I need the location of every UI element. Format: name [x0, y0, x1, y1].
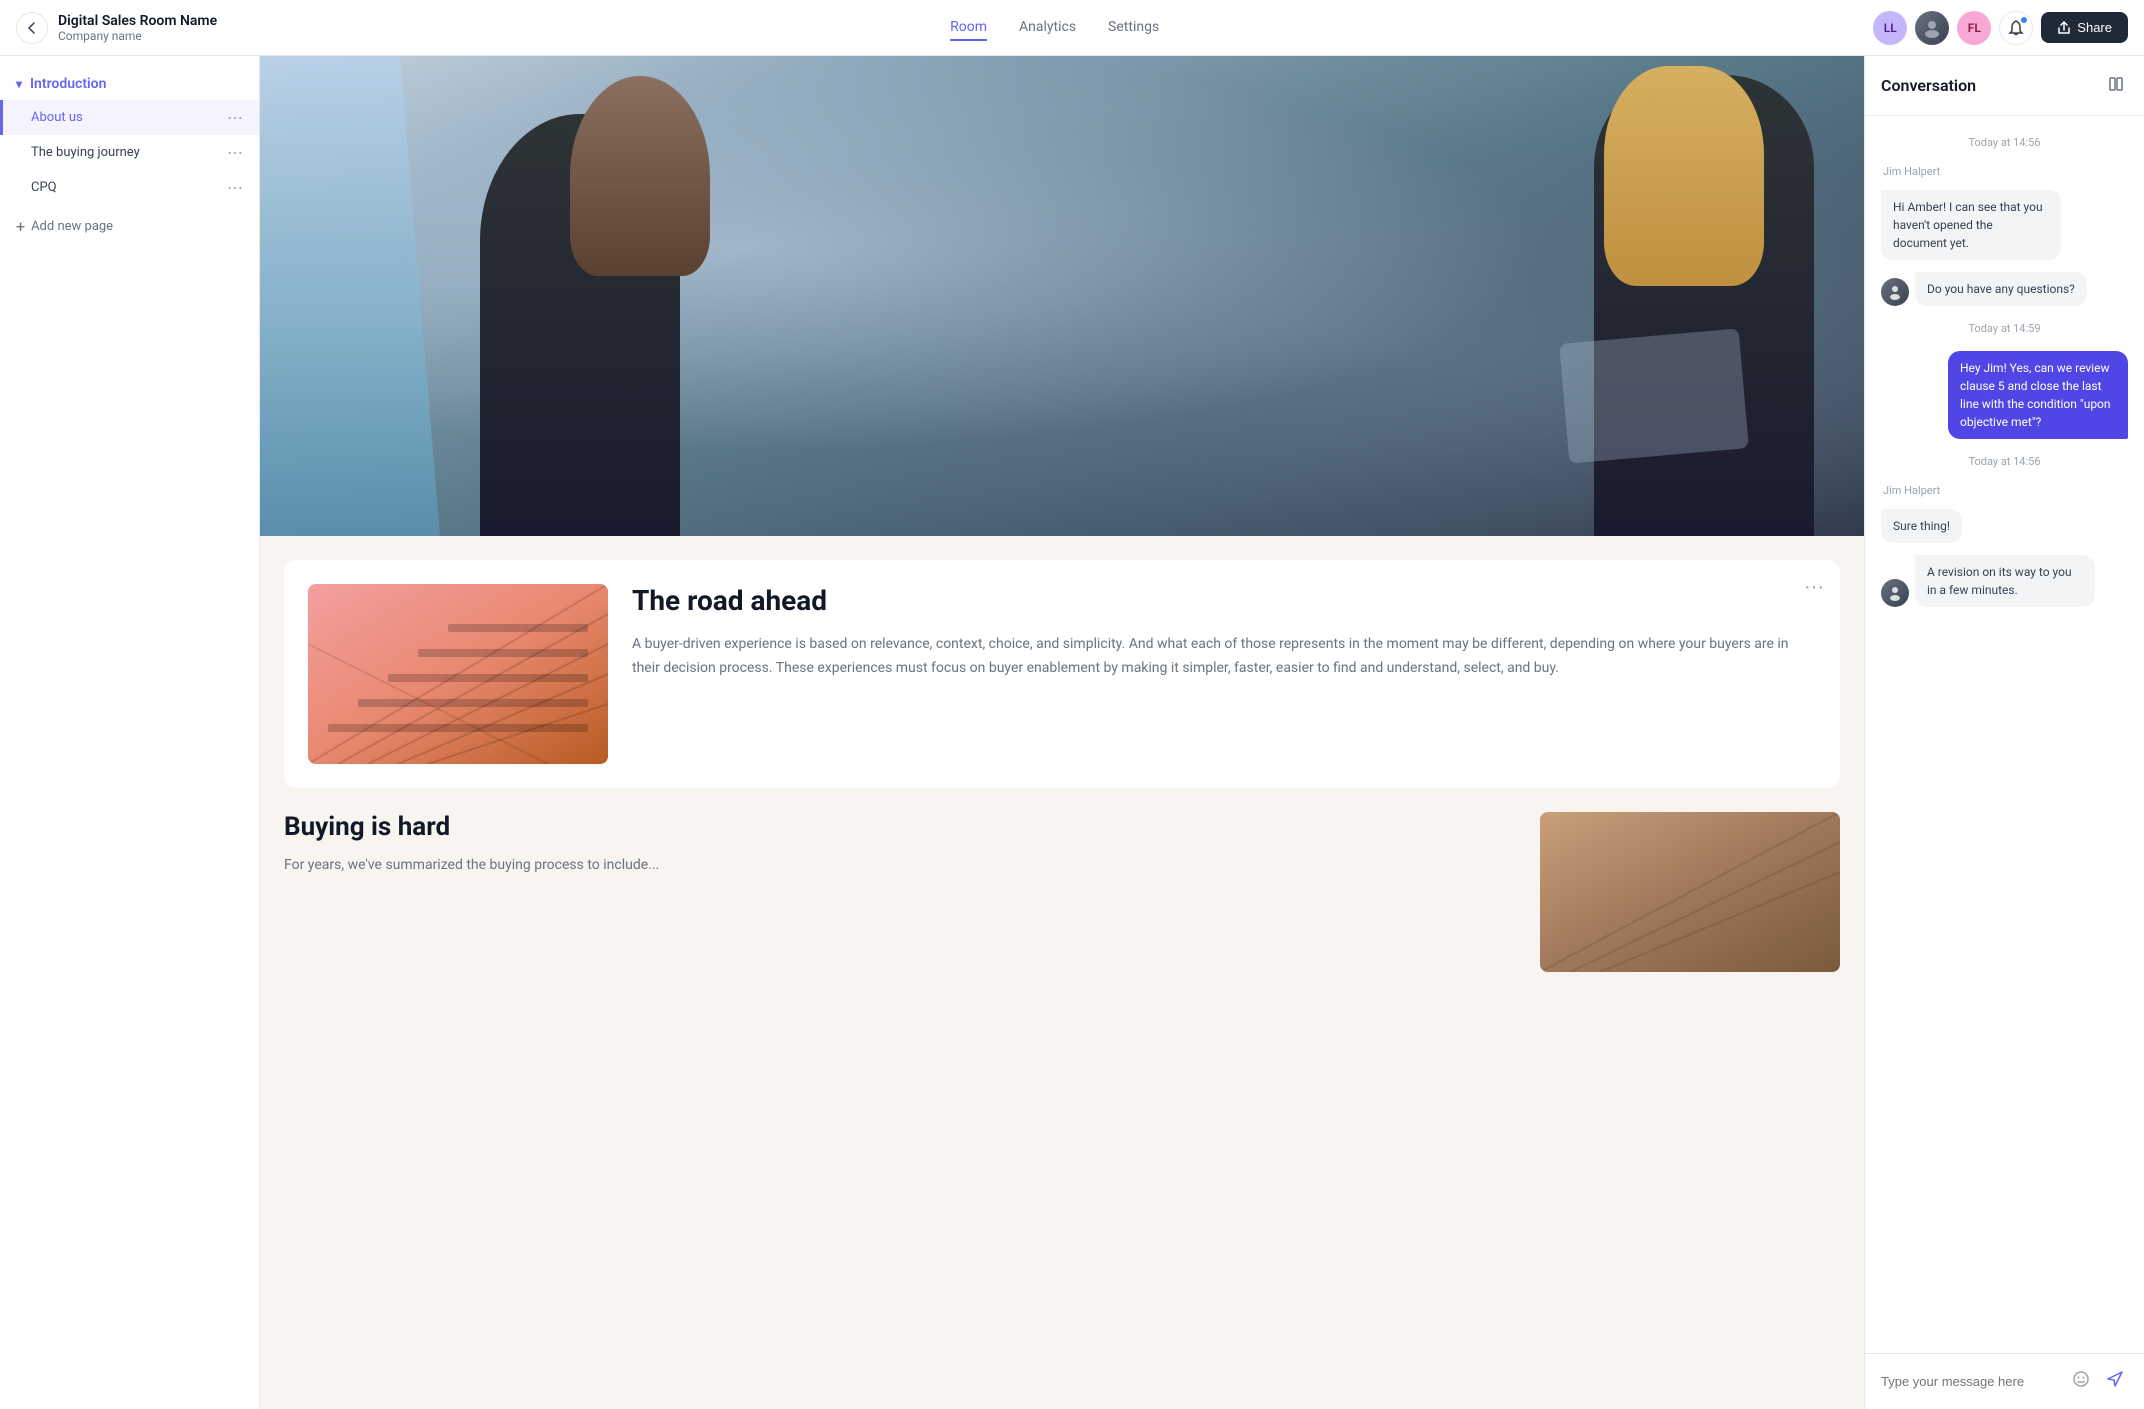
card-text-content: The road ahead A buyer-driven experience…	[632, 584, 1816, 681]
avatar-ll[interactable]: LL	[1873, 11, 1907, 45]
back-button[interactable]	[16, 12, 48, 44]
conversation-title: Conversation	[1881, 76, 1976, 95]
conversation-collapse-button[interactable]	[2104, 72, 2128, 99]
section-thumbnail-svg	[1540, 812, 1840, 972]
hero-image	[260, 56, 1864, 536]
message-bubble-3: Hey Jim! Yes, can we review clause 5 and…	[1948, 351, 2128, 439]
timestamp-3: Today at 14:56	[1881, 455, 2128, 468]
share-icon	[2057, 21, 2071, 35]
nav-left: Digital Sales Room Name Company name	[16, 12, 236, 44]
card-more-button[interactable]: ···	[1804, 576, 1824, 599]
section-below: Buying is hard For years, we've summariz…	[260, 812, 1864, 996]
content-card: ···	[284, 560, 1840, 788]
message-row-2: Do you have any questions?	[1881, 272, 2128, 306]
hero-overlay	[260, 56, 1864, 536]
content-area: ···	[260, 56, 1864, 1409]
emoji-icon	[2072, 1370, 2090, 1388]
message-row-3: Hey Jim! Yes, can we review clause 5 and…	[1881, 351, 2128, 439]
sidebar-item-cpq[interactable]: CPQ ⋯	[0, 170, 259, 205]
stair-svg	[308, 584, 608, 764]
user-icon	[1887, 284, 1903, 300]
conversation-header: Conversation	[1865, 56, 2144, 116]
item-menu-icon[interactable]: ⋯	[227, 108, 243, 127]
timestamp-2: Today at 14:59	[1881, 322, 2128, 335]
hair-center	[570, 76, 710, 276]
sidebar: ▾ Introduction About us ⋯ The buying jou…	[0, 56, 260, 1409]
message-bubble-4: Sure thing!	[1881, 509, 1962, 543]
sidebar-item-label: CPQ	[31, 180, 57, 195]
message-bubble-1: Hi Amber! I can see that you haven't ope…	[1881, 190, 2061, 260]
conversation-panel: Conversation Today at 14:56 Jim Halpert …	[1864, 56, 2144, 1409]
conversation-input-area	[1865, 1353, 2144, 1409]
add-page-label: Add new page	[31, 219, 113, 234]
message-input[interactable]	[1881, 1374, 2060, 1389]
laptop-shape	[1559, 328, 1749, 463]
tab-settings[interactable]: Settings	[1108, 15, 1159, 41]
company-name: Company name	[58, 29, 217, 43]
card-thumbnail	[308, 584, 608, 764]
user-photo-icon	[1922, 18, 1942, 38]
avatar-jim	[1881, 278, 1909, 306]
emoji-button[interactable]	[2068, 1366, 2094, 1397]
company-info: Digital Sales Room Name Company name	[58, 13, 217, 43]
sidebar-item-about-us[interactable]: About us ⋯	[0, 100, 259, 135]
tab-analytics[interactable]: Analytics	[1019, 15, 1076, 41]
panel-collapse-icon	[2108, 76, 2124, 92]
nav-right: LL FL Share	[1873, 11, 2128, 45]
section-text-content: Buying is hard For years, we've summariz…	[284, 812, 1516, 972]
person-left-shape	[260, 56, 440, 536]
message-sender-4: Jim Halpert	[1881, 484, 2128, 497]
section-body: For years, we've summarized the buying p…	[284, 854, 1516, 878]
tab-room[interactable]: Room	[950, 15, 987, 41]
message-bubble-2: Do you have any questions?	[1915, 272, 2087, 306]
avatar-fl[interactable]: FL	[1957, 11, 1991, 45]
notification-dot	[2020, 16, 2028, 24]
main-layout: ▾ Introduction About us ⋯ The buying jou…	[0, 56, 2144, 1409]
timestamp-1: Today at 14:56	[1881, 136, 2128, 149]
conversation-messages: Today at 14:56 Jim Halpert Hi Amber! I c…	[1865, 116, 2144, 1353]
send-button[interactable]	[2102, 1366, 2128, 1397]
plus-icon: +	[16, 217, 25, 236]
nav-tabs: Room Analytics Settings	[236, 15, 1873, 41]
card-inner: The road ahead A buyer-driven experience…	[308, 584, 1816, 764]
bottom-row: Buying is hard For years, we've summariz…	[284, 812, 1840, 972]
send-icon	[2106, 1370, 2124, 1388]
message-row-5: A revision on its way to you in a few mi…	[1881, 555, 2128, 607]
sidebar-section-introduction[interactable]: ▾ Introduction	[0, 68, 259, 100]
avatar-jim-2	[1881, 579, 1909, 607]
card-title: The road ahead	[632, 584, 1816, 617]
item-menu-icon[interactable]: ⋯	[227, 143, 243, 162]
message-row-4: Sure thing!	[1881, 509, 2128, 543]
message-row-1: Hi Amber! I can see that you haven't ope…	[1881, 190, 2128, 260]
avatar-photo[interactable]	[1915, 11, 1949, 45]
section-title: Buying is hard	[284, 812, 1516, 842]
hair-right	[1604, 66, 1764, 286]
sidebar-item-label: About us	[31, 110, 83, 125]
notification-button[interactable]	[1999, 11, 2033, 45]
share-button[interactable]: Share	[2041, 12, 2128, 43]
message-sender-1: Jim Halpert	[1881, 165, 2128, 178]
add-page-button[interactable]: + Add new page	[0, 209, 259, 244]
back-icon	[24, 20, 40, 36]
chevron-down-icon: ▾	[16, 77, 22, 91]
item-menu-icon[interactable]: ⋯	[227, 178, 243, 197]
sidebar-item-label: The buying journey	[31, 145, 140, 160]
sidebar-item-buying-journey[interactable]: The buying journey ⋯	[0, 135, 259, 170]
message-bubble-5: A revision on its way to you in a few mi…	[1915, 555, 2095, 607]
card-body: A buyer-driven experience is based on re…	[632, 633, 1816, 681]
user-icon-2	[1887, 585, 1903, 601]
card-section: ···	[260, 536, 1864, 812]
top-navigation: Digital Sales Room Name Company name Roo…	[0, 0, 2144, 56]
section-thumbnail	[1540, 812, 1840, 972]
sidebar-section-label: Introduction	[30, 76, 106, 92]
app-title: Digital Sales Room Name	[58, 13, 217, 29]
